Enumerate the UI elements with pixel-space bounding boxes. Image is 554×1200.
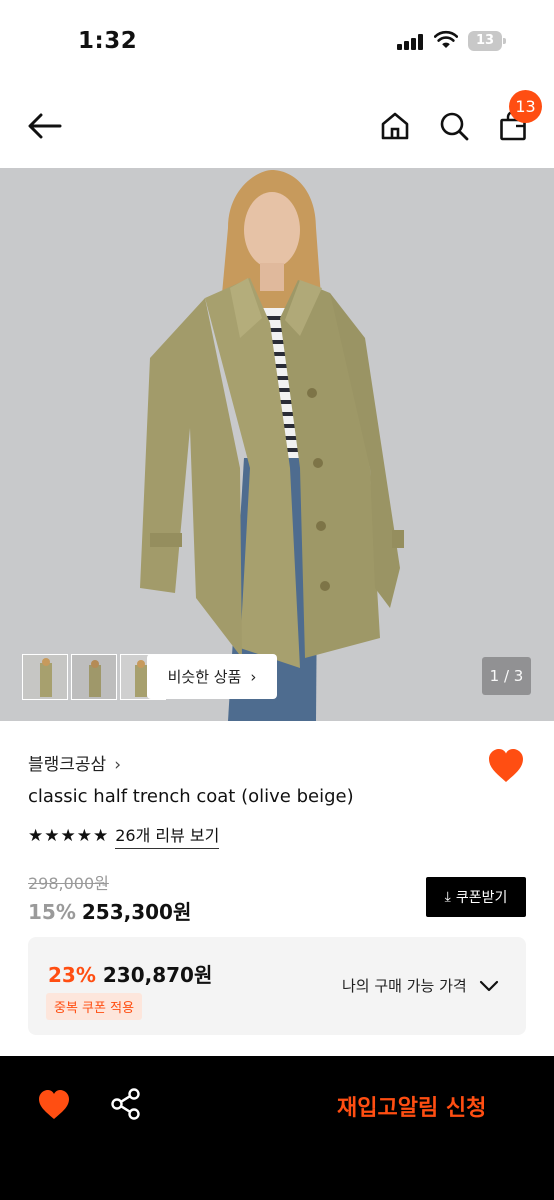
similar-products-button[interactable]: 비슷한 상품 › <box>147 654 277 699</box>
product-name: classic half trench coat (olive beige) <box>28 786 354 807</box>
share-icon[interactable] <box>110 1088 142 1120</box>
battery-icon: 13 <box>468 31 506 51</box>
best-price: 230,870원 <box>102 963 213 987</box>
stacked-coupon-badge: 중복 쿠폰 적용 <box>46 993 143 1020</box>
sale-price: 253,300원 <box>81 900 192 924</box>
rating-row: ★★★★★ 26개 리뷰 보기 <box>28 822 220 849</box>
sale-price-row: 15% 253,300원 <box>28 896 191 925</box>
download-icon: ⤓ <box>444 889 451 905</box>
discount-percent: 15% <box>28 900 76 924</box>
back-button[interactable] <box>27 108 63 144</box>
restock-alert-button[interactable]: 재입고알림 신청 <box>337 1090 486 1122</box>
image-page-indicator: 1 / 3 <box>482 657 531 695</box>
bottom-action-bar: 재입고알림 신청 <box>0 1056 554 1200</box>
cart-count-badge: 13 <box>509 90 542 123</box>
my-price-label: 나의 구매 가능 가격 <box>342 977 467 995</box>
home-button[interactable] <box>377 108 413 144</box>
best-price-row: 23% 230,870원 <box>48 959 212 988</box>
rating-stars: ★★★★★ <box>28 825 110 846</box>
best-discount-percent: 23% <box>48 963 96 987</box>
brand-name: 블랭크공삼 <box>28 755 107 775</box>
get-coupon-button[interactable]: ⤓ 쿠폰받기 <box>426 877 526 917</box>
top-nav <box>0 84 554 168</box>
home-icon <box>381 112 409 140</box>
thumbnail-2[interactable] <box>71 654 117 700</box>
chevron-down-icon <box>479 980 498 991</box>
search-button[interactable] <box>436 108 472 144</box>
brand-link[interactable]: 블랭크공삼 › <box>28 750 121 775</box>
search-icon <box>440 112 469 141</box>
chevron-right-icon: › <box>250 667 257 686</box>
thumbnail-1[interactable] <box>22 654 68 700</box>
heart-icon[interactable] <box>487 748 525 784</box>
wifi-icon <box>434 30 458 48</box>
battery-level: 13 <box>468 31 502 51</box>
product-image-gallery[interactable]: 비슷한 상품 › 1 / 3 <box>0 168 554 721</box>
product-photo <box>0 168 554 721</box>
original-price: 298,000원 <box>28 874 109 893</box>
heart-icon[interactable] <box>37 1089 71 1121</box>
my-price-toggle[interactable]: 나의 구매 가능 가격 <box>342 975 499 996</box>
status-time: 1:32 <box>78 28 138 54</box>
chevron-right-icon: › <box>114 755 122 775</box>
signal-icon <box>397 34 423 50</box>
best-price-box[interactable]: 23% 230,870원 중복 쿠폰 적용 나의 구매 가능 가격 <box>28 937 526 1035</box>
back-arrow-icon <box>28 113 62 139</box>
similar-products-label: 비슷한 상품 <box>167 668 242 686</box>
review-link[interactable]: 26개 리뷰 보기 <box>115 822 220 849</box>
coupon-button-label: 쿠폰받기 <box>455 890 508 906</box>
status-bar: 1:32 13 <box>0 0 554 84</box>
